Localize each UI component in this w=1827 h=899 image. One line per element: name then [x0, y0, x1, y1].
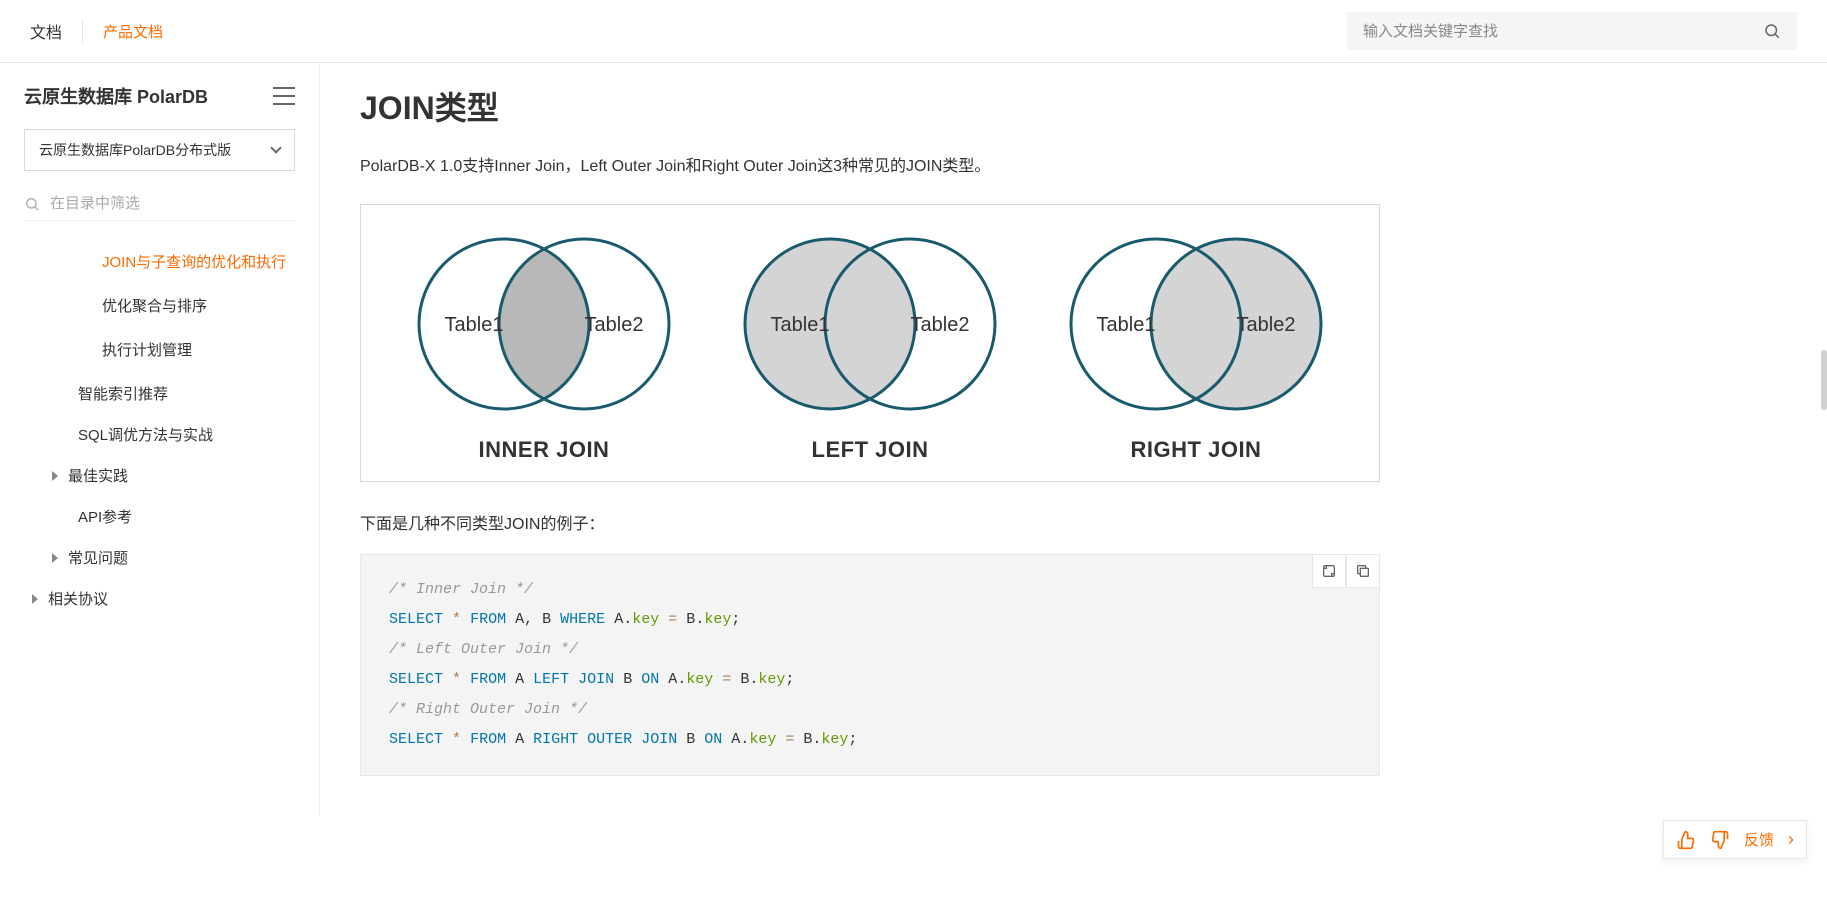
product-title: 云原生数据库 PolarDB	[24, 83, 208, 109]
sidebar-scrollbar[interactable]	[1821, 350, 1827, 410]
nav-item-sql-tune[interactable]: SQL调优方法与实战	[24, 414, 295, 455]
venn-inner-label: INNER JOIN	[479, 437, 610, 463]
venn-left-label: LEFT JOIN	[812, 437, 929, 463]
arrow-right-icon	[52, 553, 58, 563]
venn-left-svg: Table1 Table2	[725, 229, 1015, 419]
page-title: JOIN类型	[360, 83, 1380, 129]
arrow-right-icon	[52, 471, 58, 481]
nav-item-best-practice[interactable]: 最佳实践	[24, 455, 295, 496]
code-tools	[1312, 554, 1380, 588]
main-container: 云原生数据库 PolarDB 云原生数据库PolarDB分布式版 JOIN与子查…	[0, 63, 1827, 816]
menu-toggle-icon[interactable]	[273, 87, 295, 105]
nav-item-smart-index[interactable]: 智能索引推荐	[24, 373, 295, 414]
top-left-nav: 文档 产品文档	[30, 19, 163, 43]
sidebar: 云原生数据库 PolarDB 云原生数据库PolarDB分布式版 JOIN与子查…	[0, 63, 320, 816]
sidebar-filter[interactable]	[24, 187, 295, 221]
feedback-chevron-icon[interactable]: ›	[1788, 829, 1794, 850]
chevron-down-icon	[270, 142, 281, 153]
copy-code-button[interactable]	[1346, 554, 1380, 588]
thumbs-up-icon[interactable]	[1676, 830, 1696, 850]
nav-item-label: 常见问题	[68, 547, 128, 568]
nav-item-join-subquery[interactable]: JOIN与子查询的优化和执行	[24, 241, 295, 285]
feedback-label[interactable]: 反馈	[1744, 829, 1774, 850]
venn-inner-join: Table1 Table2 INNER JOIN	[399, 229, 689, 463]
nav-item-label: 最佳实践	[68, 465, 128, 486]
venn-left-join: Table1 Table2 LEFT JOIN	[725, 229, 1015, 463]
code-block: /* Inner Join */ SELECT * FROM A, B WHER…	[360, 554, 1380, 776]
search-icon[interactable]	[1763, 22, 1781, 40]
arrow-right-icon	[32, 594, 38, 604]
nav-item-api-ref[interactable]: API参考	[24, 496, 295, 537]
nav-item-plan-mgmt[interactable]: 执行计划管理	[24, 329, 295, 373]
venn-table2-label: Table2	[585, 314, 644, 336]
content: JOIN类型 PolarDB-X 1.0支持Inner Join，Left Ou…	[320, 63, 1420, 816]
version-value: 云原生数据库PolarDB分布式版	[39, 140, 231, 160]
intro-text: PolarDB-X 1.0支持Inner Join，Left Outer Joi…	[360, 153, 1380, 180]
venn-table2-label: Table2	[911, 314, 970, 336]
code-wrapper: /* Inner Join */ SELECT * FROM A, B WHER…	[360, 554, 1380, 776]
venn-table1-label: Table1	[445, 314, 504, 336]
nav-item-agreement[interactable]: 相关协议	[24, 578, 295, 619]
sub-text: 下面是几种不同类型JOIN的例子：	[360, 510, 1380, 534]
product-doc-link[interactable]: 产品文档	[103, 21, 163, 42]
doc-link[interactable]: 文档	[30, 19, 83, 43]
nav-item-label: 相关协议	[48, 588, 108, 609]
venn-right-svg: Table1 Table2	[1051, 229, 1341, 419]
venn-right-label: RIGHT JOIN	[1131, 437, 1262, 463]
nav-item-faq[interactable]: 常见问题	[24, 537, 295, 578]
nav-tree: JOIN与子查询的优化和执行 优化聚合与排序 执行计划管理 智能索引推荐 SQL…	[24, 241, 295, 619]
expand-code-button[interactable]	[1312, 554, 1346, 588]
venn-right-join: Table1 Table2 RIGHT JOIN	[1051, 229, 1341, 463]
version-dropdown[interactable]: 云原生数据库PolarDB分布式版	[24, 129, 295, 171]
filter-search-icon	[24, 196, 40, 212]
filter-input[interactable]	[50, 195, 295, 212]
venn-diagram-box: Table1 Table2 INNER JOIN Table1 Table2 L…	[360, 204, 1380, 482]
sidebar-header: 云原生数据库 PolarDB	[24, 83, 295, 109]
search-input[interactable]	[1363, 23, 1763, 40]
venn-table1-label: Table1	[771, 314, 830, 336]
venn-inner-svg: Table1 Table2	[399, 229, 689, 419]
venn-table2-label: Table2	[1237, 314, 1296, 336]
nav-item-agg-sort[interactable]: 优化聚合与排序	[24, 285, 295, 329]
search-box[interactable]	[1347, 12, 1797, 50]
feedback-bar: 反馈 ›	[1663, 820, 1807, 859]
venn-table1-label: Table1	[1097, 314, 1156, 336]
thumbs-down-icon[interactable]	[1710, 830, 1730, 850]
top-bar: 文档 产品文档	[0, 0, 1827, 63]
